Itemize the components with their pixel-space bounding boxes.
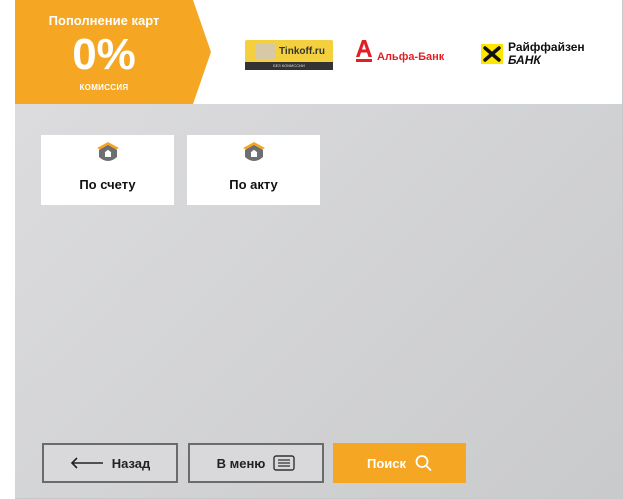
menu-button-label: В меню bbox=[216, 455, 266, 471]
search-button-label: Поиск bbox=[366, 455, 406, 471]
promo-title: Пополнение карт bbox=[48, 13, 160, 28]
terminal-screen: Пополнение карт 0% КОМИССИЯ Tinkoff.ru Б… bbox=[15, 0, 623, 499]
tile-label: По акту bbox=[229, 177, 278, 192]
raiffeisen-name: Райффайзен bbox=[508, 40, 585, 54]
header: Пополнение карт 0% КОМИССИЯ Tinkoff.ru Б… bbox=[15, 0, 622, 104]
search-icon bbox=[415, 455, 432, 471]
house-icon bbox=[96, 141, 120, 170]
tile-by-act[interactable]: По акту bbox=[187, 135, 320, 205]
tinkoff-name: Tinkoff.ru bbox=[279, 46, 325, 57]
promo-percent: 0% bbox=[72, 30, 136, 79]
tinkoff-logo: Tinkoff.ru БЕЗ КОМИССИИ bbox=[245, 40, 333, 70]
back-button-label: Назад bbox=[111, 455, 151, 471]
promo-subtitle: КОМИССИЯ bbox=[79, 83, 129, 92]
tile-by-account[interactable]: По счету bbox=[41, 135, 174, 205]
menu-list-icon bbox=[273, 455, 296, 471]
arrow-left-icon bbox=[70, 457, 103, 469]
menu-button[interactable]: В меню bbox=[188, 443, 324, 483]
house-icon bbox=[242, 141, 266, 170]
raiffeisen-subname: БАНК bbox=[508, 53, 541, 67]
tile-label: По счету bbox=[79, 177, 136, 192]
search-button[interactable]: Поиск bbox=[333, 443, 466, 483]
raiffeisen-emblem-icon bbox=[481, 44, 503, 64]
tinkoff-emblem-icon bbox=[255, 43, 275, 59]
alfa-name: Альфа-Банк bbox=[377, 51, 445, 63]
promo-banner: Пополнение карт 0% КОМИССИЯ bbox=[15, 0, 211, 104]
alfa-logo: Альфа-Банк bbox=[355, 38, 444, 68]
main-content: По счету По акту Назад В меню Поиск bbox=[15, 104, 622, 498]
alfa-a-icon bbox=[356, 40, 372, 62]
tinkoff-strip: БЕЗ КОМИССИИ bbox=[245, 62, 333, 70]
back-button[interactable]: Назад bbox=[42, 443, 178, 483]
